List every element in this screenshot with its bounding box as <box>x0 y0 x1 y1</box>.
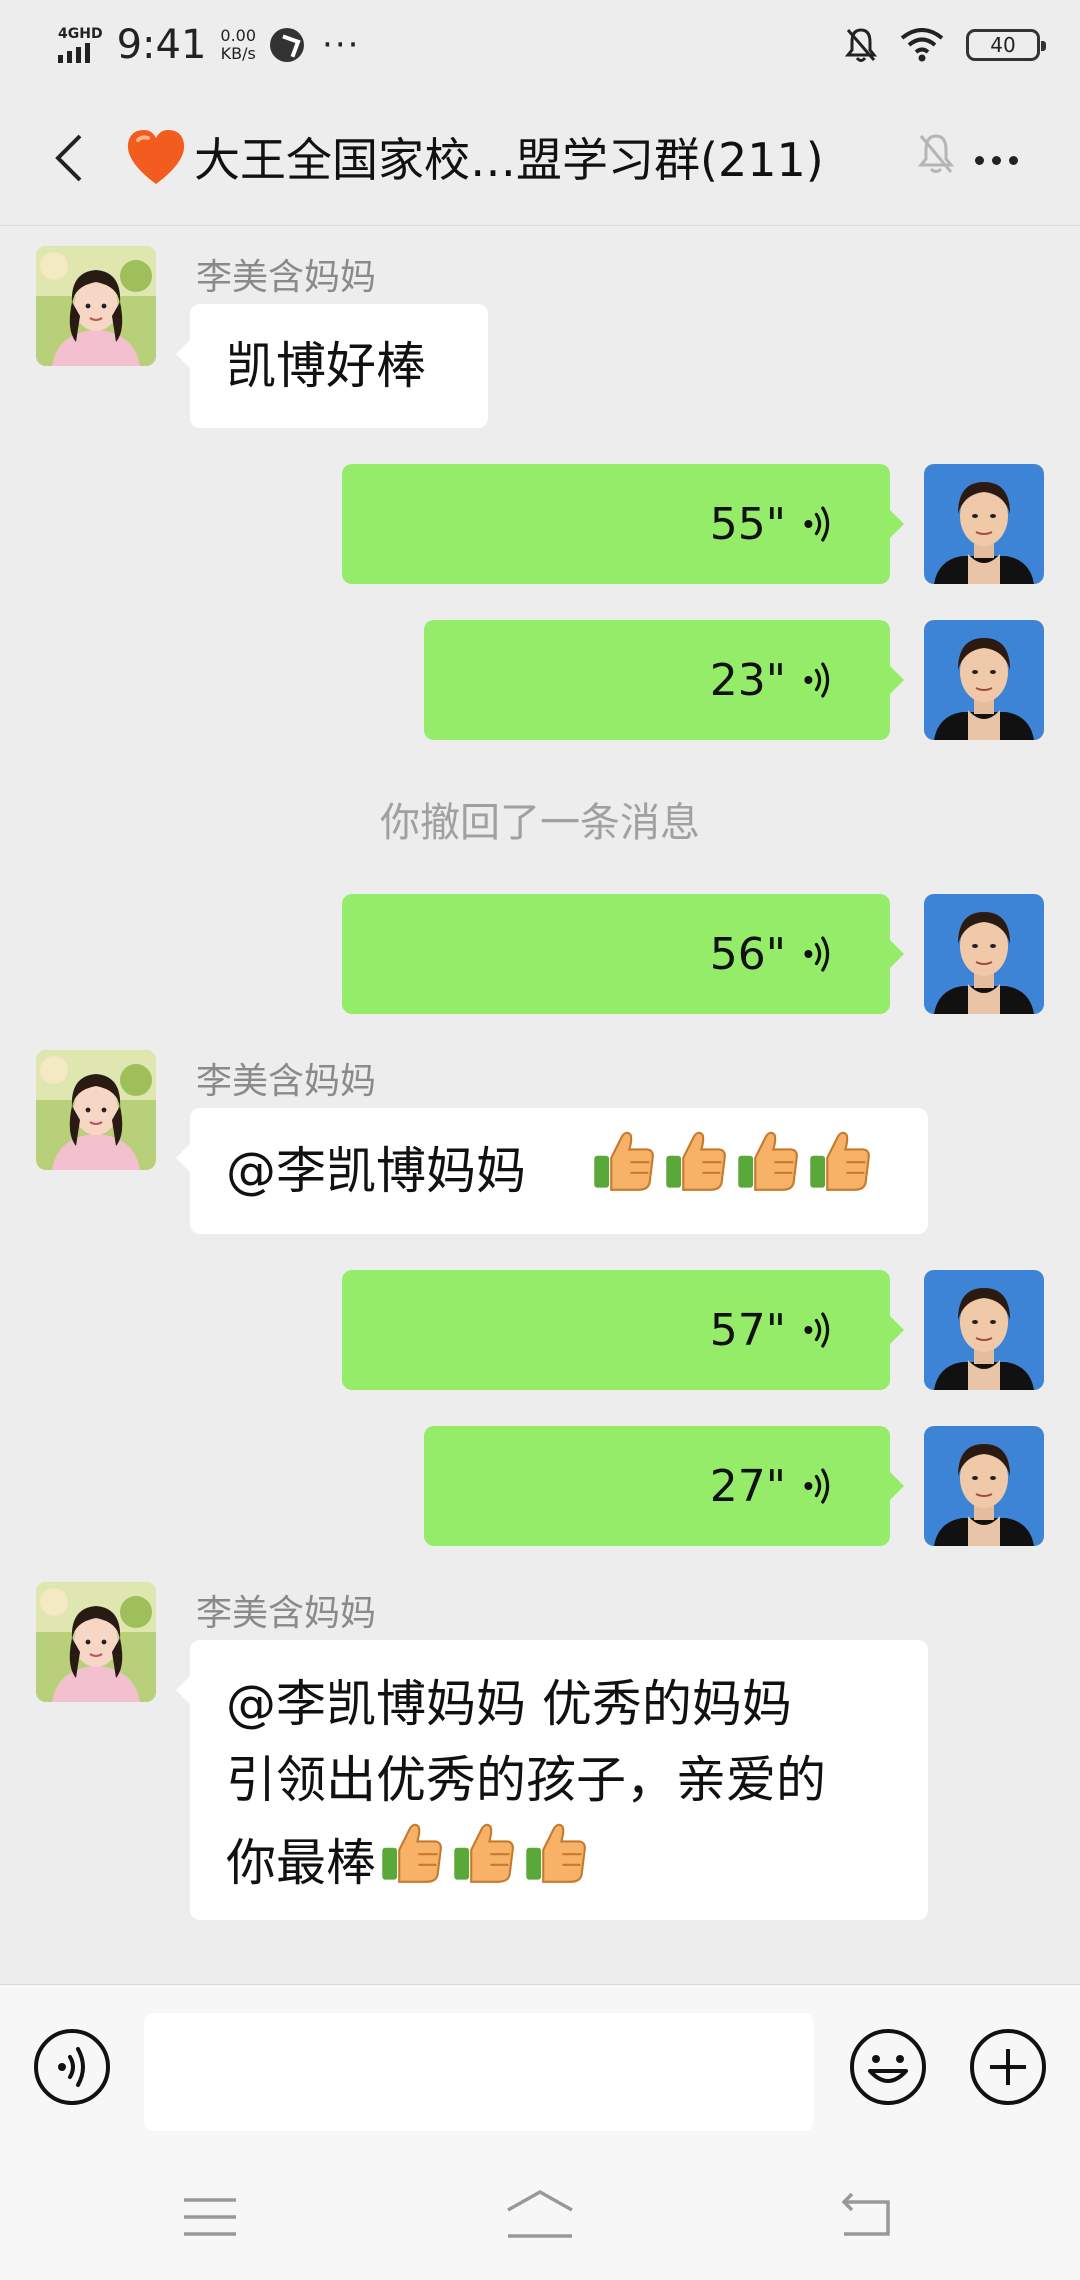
more-actions-button[interactable] <box>968 2027 1048 2107</box>
chat-title: 大王全国家校…盟学习群(211) <box>124 124 824 190</box>
voice-duration: 27" <box>709 1460 786 1512</box>
sender-name: 李美含妈妈 <box>196 1061 377 1102</box>
dot-icon <box>991 155 1001 165</box>
my-avatar[interactable] <box>924 620 1044 740</box>
voice-duration: 55" <box>709 498 786 550</box>
message-line: 引领出优秀的孩子，亲爱的 <box>226 1751 826 1809</box>
nav-back-button[interactable] <box>838 2192 894 2240</box>
voice-wave-icon <box>802 504 834 544</box>
thumbs-up-emoji <box>734 1126 802 1194</box>
chat-header: 大王全国家校…盟学习群(211) <box>0 90 1080 226</box>
back-button[interactable] <box>40 130 96 186</box>
emoji-button[interactable] <box>848 2027 928 2107</box>
clock: 9:41 <box>116 22 207 68</box>
voice-wave-icon <box>802 1466 834 1506</box>
voice-wave-icon <box>802 660 834 700</box>
chat-input-bar <box>0 1984 1080 2152</box>
more-notifications-icon: ··· <box>322 25 361 65</box>
thumbs-up-emoji <box>522 1818 590 1886</box>
thumbs-up-emoji <box>590 1126 658 1194</box>
sender-avatar[interactable] <box>36 1050 156 1170</box>
muted-bell-icon <box>917 134 955 173</box>
wifi-icon <box>900 28 944 62</box>
my-avatar[interactable] <box>924 464 1044 584</box>
message-bubble[interactable]: @李凯博妈妈 优秀的妈妈 引领出优秀的孩子，亲爱的 你最棒 <box>176 1640 928 1920</box>
status-bar: 4GHD 9:41 0.00 KB/s ··· 40 <box>0 0 1080 90</box>
sender-name: 李美含妈妈 <box>196 257 377 298</box>
recent-apps-button[interactable] <box>182 2196 238 2238</box>
recall-notice: 你撤回了一条消息 <box>380 800 700 846</box>
voice-message-bubble[interactable]: 57" <box>342 1270 904 1390</box>
voice-duration: 56" <box>709 928 786 980</box>
thumbs-up-emoji <box>450 1818 518 1886</box>
more-options-button[interactable] <box>966 130 1026 190</box>
network-type: 4GHD <box>58 26 103 42</box>
silent-mode-icon <box>844 28 878 62</box>
message-input[interactable] <box>144 2013 814 2131</box>
cellular-signal-icon: 4GHD <box>58 27 103 63</box>
message-bubble[interactable]: 凯博好棒 <box>176 304 488 428</box>
chevron-left-icon <box>55 134 82 182</box>
my-avatar[interactable] <box>924 1270 1044 1390</box>
thumbs-up-emoji <box>378 1818 446 1886</box>
chat-title-text: 大王全国家校…盟学习群(211) <box>194 133 824 187</box>
battery-icon: 40 <box>966 29 1046 61</box>
message-bubble[interactable]: @李凯博妈妈 <box>176 1108 928 1234</box>
thumbs-up-emoji <box>806 1126 874 1194</box>
system-nav-bar <box>0 2152 1080 2280</box>
thumbs-up-emoji <box>662 1126 730 1194</box>
my-avatar[interactable] <box>924 894 1044 1014</box>
sender-avatar[interactable] <box>36 246 156 366</box>
network-speed: 0.00 KB/s <box>220 26 257 63</box>
voice-message-bubble[interactable]: 23" <box>424 620 904 740</box>
battery-level: 40 <box>990 33 1016 57</box>
voice-message-bubble[interactable]: 55" <box>342 464 904 584</box>
voice-message-bubble[interactable]: 27" <box>424 1426 904 1546</box>
heart-icon <box>127 130 185 184</box>
message-line: @李凯博妈妈 优秀的妈妈 <box>226 1675 792 1733</box>
home-button[interactable] <box>504 2188 576 2240</box>
voice-wave-icon <box>802 934 834 974</box>
voice-duration: 23" <box>709 654 786 706</box>
sender-avatar[interactable] <box>36 1582 156 1702</box>
dot-icon <box>1008 155 1018 165</box>
voice-duration: 57" <box>709 1304 786 1356</box>
my-avatar[interactable] <box>924 1426 1044 1546</box>
app-notification-icon <box>270 28 305 62</box>
dot-icon <box>974 155 984 165</box>
message-text: @李凯博妈妈 <box>226 1142 526 1200</box>
voice-input-button[interactable] <box>32 2027 112 2107</box>
voice-wave-icon <box>802 1310 834 1350</box>
voice-message-bubble[interactable]: 56" <box>342 894 904 1014</box>
message-line: 你最棒 <box>226 1818 892 1901</box>
sender-name: 李美含妈妈 <box>196 1593 377 1634</box>
